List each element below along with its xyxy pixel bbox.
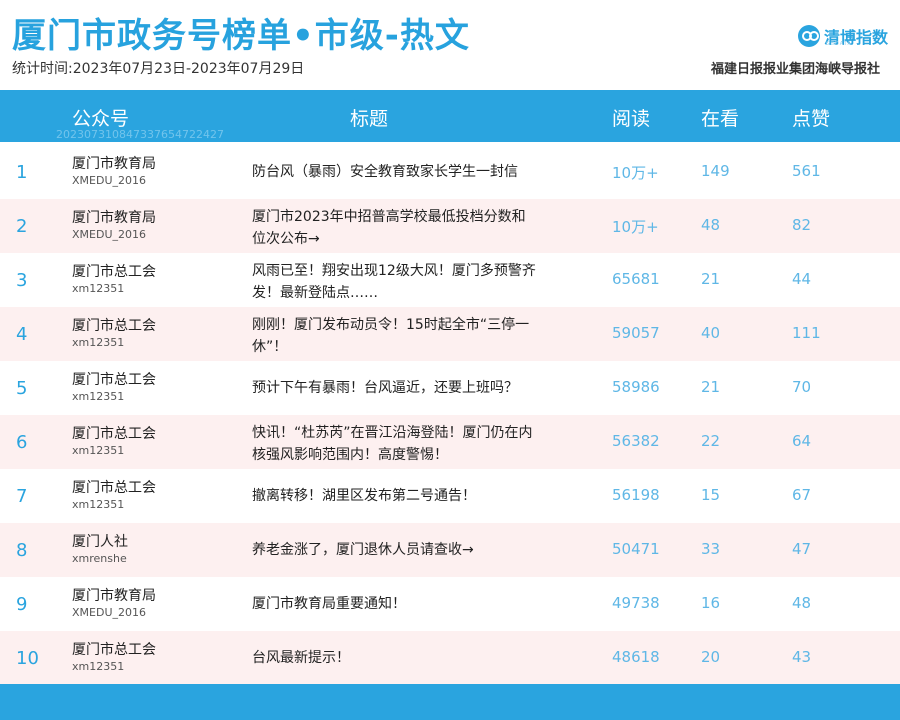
- account-name[interactable]: 厦门市总工会: [72, 477, 156, 497]
- article-title[interactable]: 防台风（暴雨）安全教育致家长学生一封信: [252, 161, 537, 183]
- rank-number: 6: [16, 432, 28, 453]
- rank-number: 1: [16, 162, 28, 183]
- read-count: 56382: [612, 432, 660, 450]
- table-row[interactable]: 8 厦门人社 xmrenshe 养老金涨了，厦门退休人员请查收→ 50471 33 47: [0, 523, 900, 577]
- rank-number: 2: [16, 216, 28, 237]
- rank-number: 8: [16, 540, 28, 561]
- table-header: 公众号 标题 阅读 在看 点赞 202307310847337654722427: [0, 90, 900, 142]
- like-count: 48: [792, 594, 812, 612]
- article-title[interactable]: 厦门市2023年中招普高学校最低投档分数和位次公布→: [252, 206, 537, 250]
- account-name[interactable]: 厦门市总工会: [72, 423, 156, 443]
- account-name[interactable]: 厦门市总工会: [72, 315, 156, 335]
- read-count: 50471: [612, 540, 660, 558]
- watching-count: 33: [701, 540, 721, 558]
- like-count: 67: [792, 486, 812, 504]
- stat-period: 统计时间:2023年07月23日-2023年07月29日: [12, 61, 305, 77]
- watching-count: 21: [701, 378, 721, 396]
- table-row[interactable]: 4 厦门市总工会 xm12351 刚刚！厦门发布动员令！15时起全市“三停一休”！ 59…: [0, 307, 900, 361]
- watching-count: 22: [701, 432, 721, 450]
- article-title[interactable]: 预计下午有暴雨！台风逼近，还要上班吗？: [252, 377, 537, 399]
- footer-bar: [0, 684, 900, 720]
- header-watching: 在看: [701, 108, 740, 130]
- article-title[interactable]: 养老金涨了，厦门退休人员请查收→: [252, 539, 537, 561]
- account-name[interactable]: 厦门市教育局: [72, 585, 156, 605]
- read-count: 49738: [612, 594, 660, 612]
- account-id: XMEDU_2016: [72, 228, 146, 241]
- table-row[interactable]: 7 厦门市总工会 xm12351 撤离转移！湖里区发布第二号通告！ 56198 15 67: [0, 469, 900, 523]
- read-count: 10万+: [612, 218, 659, 236]
- account-id: xm12351: [72, 444, 125, 457]
- header-title: 标题: [350, 108, 389, 130]
- rank-number: 4: [16, 324, 28, 345]
- logo-subtext: GSDATA: [826, 41, 852, 47]
- rank-number: 5: [16, 378, 28, 399]
- account-id: xm12351: [72, 336, 125, 349]
- header-likes: 点赞: [792, 108, 831, 130]
- rank-number: 9: [16, 594, 28, 615]
- account-name[interactable]: 厦门市教育局: [72, 153, 156, 173]
- like-count: 47: [792, 540, 812, 558]
- read-count: 56198: [612, 486, 660, 504]
- ranking-table: 1 厦门市教育局 XMEDU_2016 防台风（暴雨）安全教育致家长学生一封信 10万+…: [0, 145, 900, 685]
- table-row[interactable]: 9 厦门市教育局 XMEDU_2016 厦门市教育局重要通知！ 49738 16 48: [0, 577, 900, 631]
- read-count: 10万+: [612, 164, 659, 182]
- account-name[interactable]: 厦门人社: [72, 531, 128, 551]
- rank-number: 3: [16, 270, 28, 291]
- account-id: xm12351: [72, 498, 125, 511]
- article-title[interactable]: 快讯！“杜苏芮”在晋江沿海登陆！厦门仍在内核强风影响范围内！高度警惕！: [252, 422, 537, 466]
- publisher: 福建日报报业集团海峡导报社: [710, 62, 880, 77]
- account-id: xmrenshe: [72, 552, 127, 565]
- account-id: xm12351: [72, 660, 125, 673]
- page-title: 厦门市政务号榜单•市级-热文: [12, 16, 470, 56]
- logo-icon: [798, 25, 820, 47]
- like-count: 111: [792, 324, 821, 342]
- account-id: xm12351: [72, 282, 125, 295]
- like-count: 70: [792, 378, 812, 396]
- account-id: xm12351: [72, 390, 125, 403]
- account-name[interactable]: 厦门市总工会: [72, 639, 156, 659]
- watching-count: 16: [701, 594, 721, 612]
- like-count: 82: [792, 216, 812, 234]
- read-count: 65681: [612, 270, 660, 288]
- article-title[interactable]: 台风最新提示！: [252, 647, 537, 669]
- like-count: 43: [792, 648, 812, 666]
- table-row[interactable]: 10 厦门市总工会 xm12351 台风最新提示！ 48618 20 43: [0, 631, 900, 685]
- account-name[interactable]: 厦门市总工会: [72, 369, 156, 389]
- article-title[interactable]: 厦门市教育局重要通知！: [252, 593, 537, 615]
- watching-count: 21: [701, 270, 721, 288]
- watching-count: 48: [701, 216, 721, 234]
- article-title[interactable]: 刚刚！厦门发布动员令！15时起全市“三停一休”！: [252, 314, 537, 358]
- watching-count: 40: [701, 324, 721, 342]
- header-account: 公众号: [72, 108, 130, 130]
- table-row[interactable]: 6 厦门市总工会 xm12351 快讯！“杜苏芮”在晋江沿海登陆！厦门仍在内核强风影响…: [0, 415, 900, 469]
- article-title[interactable]: 撤离转移！湖里区发布第二号通告！: [252, 485, 537, 507]
- rank-number: 7: [16, 486, 28, 507]
- table-row[interactable]: 3 厦门市总工会 xm12351 风雨已至！翔安出现12级大风！厦门多预警齐发！最新登…: [0, 253, 900, 307]
- watching-count: 20: [701, 648, 721, 666]
- watching-count: 149: [701, 162, 730, 180]
- read-count: 59057: [612, 324, 660, 342]
- read-count: 48618: [612, 648, 660, 666]
- like-count: 44: [792, 270, 812, 288]
- header-reads: 阅读: [612, 108, 651, 130]
- account-id: XMEDU_2016: [72, 174, 146, 187]
- article-title[interactable]: 风雨已至！翔安出现12级大风！厦门多预警齐发！最新登陆点……: [252, 260, 537, 304]
- table-row[interactable]: 2 厦门市教育局 XMEDU_2016 厦门市2023年中招普高学校最低投档分数和位次…: [0, 199, 900, 253]
- account-name[interactable]: 厦门市教育局: [72, 207, 156, 227]
- like-count: 64: [792, 432, 812, 450]
- rank-number: 10: [16, 648, 39, 669]
- like-count: 561: [792, 162, 821, 180]
- account-name[interactable]: 厦门市总工会: [72, 261, 156, 281]
- header-id: 202307310847337654722427: [56, 128, 224, 141]
- read-count: 58986: [612, 378, 660, 396]
- table-row[interactable]: 1 厦门市教育局 XMEDU_2016 防台风（暴雨）安全教育致家长学生一封信 10万+…: [0, 145, 900, 199]
- watching-count: 15: [701, 486, 721, 504]
- account-id: XMEDU_2016: [72, 606, 146, 619]
- table-row[interactable]: 5 厦门市总工会 xm12351 预计下午有暴雨！台风逼近，还要上班吗？ 58986 21…: [0, 361, 900, 415]
